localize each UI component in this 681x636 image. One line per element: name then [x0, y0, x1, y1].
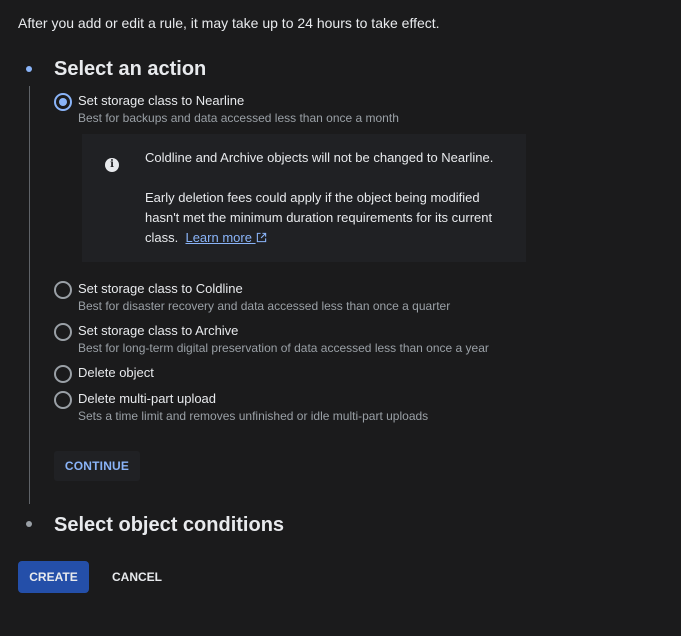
info-text-line4: class. Learn more — [145, 228, 267, 248]
option-label: Set storage class to Coldline — [78, 281, 243, 296]
propagation-notice: After you add or edit a rule, it may tak… — [18, 15, 440, 31]
cancel-button[interactable]: CANCEL — [101, 561, 173, 593]
info-text-line2: Early deletion fees could apply if the o… — [145, 190, 480, 205]
option-label: Set storage class to Nearline — [78, 93, 245, 108]
step-indicator-active — [26, 66, 32, 72]
step-connector-line — [29, 86, 30, 504]
step-title-select-action[interactable]: Select an action — [54, 58, 206, 81]
learn-more-label: Learn more — [185, 230, 252, 245]
info-callout: i Coldline and Archive objects will not … — [82, 134, 526, 262]
lifecycle-rule-form: After you add or edit a rule, it may tak… — [0, 0, 681, 636]
step-indicator-inactive — [26, 521, 32, 527]
step-title-select-conditions[interactable]: Select object conditions — [54, 514, 284, 537]
option-label: Delete multi-part upload — [78, 391, 217, 406]
info-text-line1: Coldline and Archive objects will not be… — [145, 150, 494, 165]
option-label: Delete object — [78, 365, 154, 380]
learn-more-link[interactable]: Learn more — [185, 230, 266, 245]
radio-coldline[interactable] — [54, 281, 72, 299]
radio-delete-multipart-upload[interactable] — [54, 391, 72, 409]
option-description: Sets a time limit and removes unfinished… — [78, 409, 429, 423]
option-description: Best for backups and data accessed less … — [78, 111, 399, 125]
option-description: Best for long-term digital preservation … — [78, 341, 489, 355]
radio-delete-object[interactable] — [54, 365, 72, 383]
radio-nearline[interactable] — [54, 93, 72, 111]
option-description: Best for disaster recovery and data acce… — [78, 299, 451, 313]
continue-button[interactable]: CONTINUE — [54, 451, 140, 481]
option-label: Set storage class to Archive — [78, 323, 239, 338]
info-text-prefix: class. — [145, 230, 179, 245]
radio-archive[interactable] — [54, 323, 72, 341]
info-text-line3: hasn't met the minimum duration requirem… — [145, 210, 493, 225]
create-button[interactable]: CREATE — [18, 561, 89, 593]
external-link-icon — [256, 232, 266, 243]
info-icon: i — [105, 158, 119, 172]
